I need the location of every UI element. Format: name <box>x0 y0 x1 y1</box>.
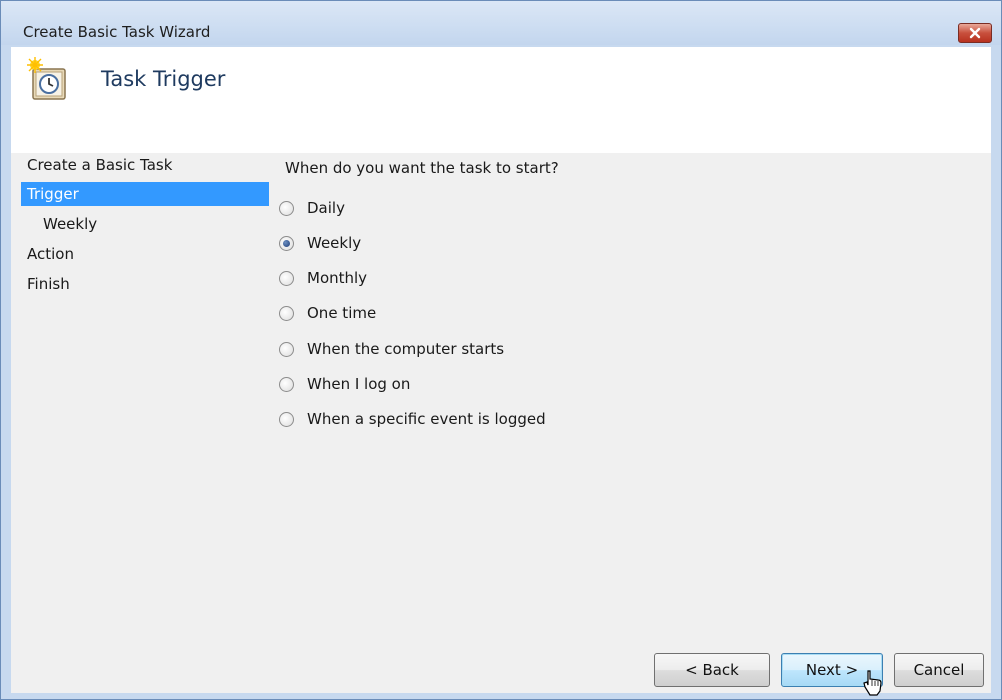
nav-item-label: Action <box>27 245 74 263</box>
cancel-button[interactable]: Cancel <box>894 653 984 687</box>
mouse-pointer-icon <box>863 670 882 696</box>
radio-button[interactable] <box>279 236 294 251</box>
radio-label[interactable]: Weekly <box>307 234 361 252</box>
page-title: Task Trigger <box>101 67 226 91</box>
radio-option-weekly[interactable]: Weekly <box>279 230 599 258</box>
nav-item-finish[interactable]: Finish <box>21 272 269 296</box>
radio-label[interactable]: When the computer starts <box>307 340 504 358</box>
radio-option-event-logged[interactable]: When a specific event is logged <box>279 406 599 434</box>
radio-button[interactable] <box>279 306 294 321</box>
radio-button[interactable] <box>279 342 294 357</box>
wizard-steps-nav: Create a Basic Task Trigger Weekly Actio… <box>11 153 271 673</box>
wizard-header: Task Trigger <box>11 47 991 153</box>
window-title: Create Basic Task Wizard <box>23 23 211 41</box>
back-button[interactable]: < Back <box>654 653 770 687</box>
clock-calendar-icon <box>27 57 66 100</box>
radio-label[interactable]: When I log on <box>307 375 410 393</box>
radio-option-monthly[interactable]: Monthly <box>279 265 599 293</box>
title-bar[interactable]: Create Basic Task Wizard <box>1 1 1001 45</box>
radio-option-daily[interactable]: Daily <box>279 195 599 223</box>
radio-selected-dot <box>283 240 290 247</box>
radio-option-log-on[interactable]: When I log on <box>279 371 599 399</box>
wizard-window: Create Basic Task Wizard Task Trigger Cr… <box>0 0 1002 700</box>
nav-item-label: Create a Basic Task <box>27 156 173 174</box>
nav-item-action[interactable]: Action <box>21 242 269 266</box>
radio-button[interactable] <box>279 201 294 216</box>
close-button[interactable] <box>958 23 992 43</box>
radio-label[interactable]: Monthly <box>307 269 367 287</box>
nav-item-weekly[interactable]: Weekly <box>21 212 269 236</box>
radio-label[interactable]: When a specific event is logged <box>307 410 546 428</box>
nav-item-label: Finish <box>27 275 70 293</box>
nav-item-label: Weekly <box>43 215 98 233</box>
close-icon <box>969 27 981 39</box>
radio-button[interactable] <box>279 271 294 286</box>
radio-option-computer-starts[interactable]: When the computer starts <box>279 336 599 364</box>
radio-button[interactable] <box>279 412 294 427</box>
wizard-content: Task Trigger Create a Basic Task Trigger… <box>11 47 991 696</box>
radio-button[interactable] <box>279 377 294 392</box>
radio-label[interactable]: Daily <box>307 199 345 217</box>
radio-option-one-time[interactable]: One time <box>279 300 599 328</box>
nav-item-create-basic-task[interactable]: Create a Basic Task <box>21 153 269 177</box>
nav-item-label: Trigger <box>27 185 79 203</box>
trigger-question: When do you want the task to start? <box>285 159 559 177</box>
radio-label[interactable]: One time <box>307 304 376 322</box>
nav-item-trigger[interactable]: Trigger <box>21 182 269 206</box>
